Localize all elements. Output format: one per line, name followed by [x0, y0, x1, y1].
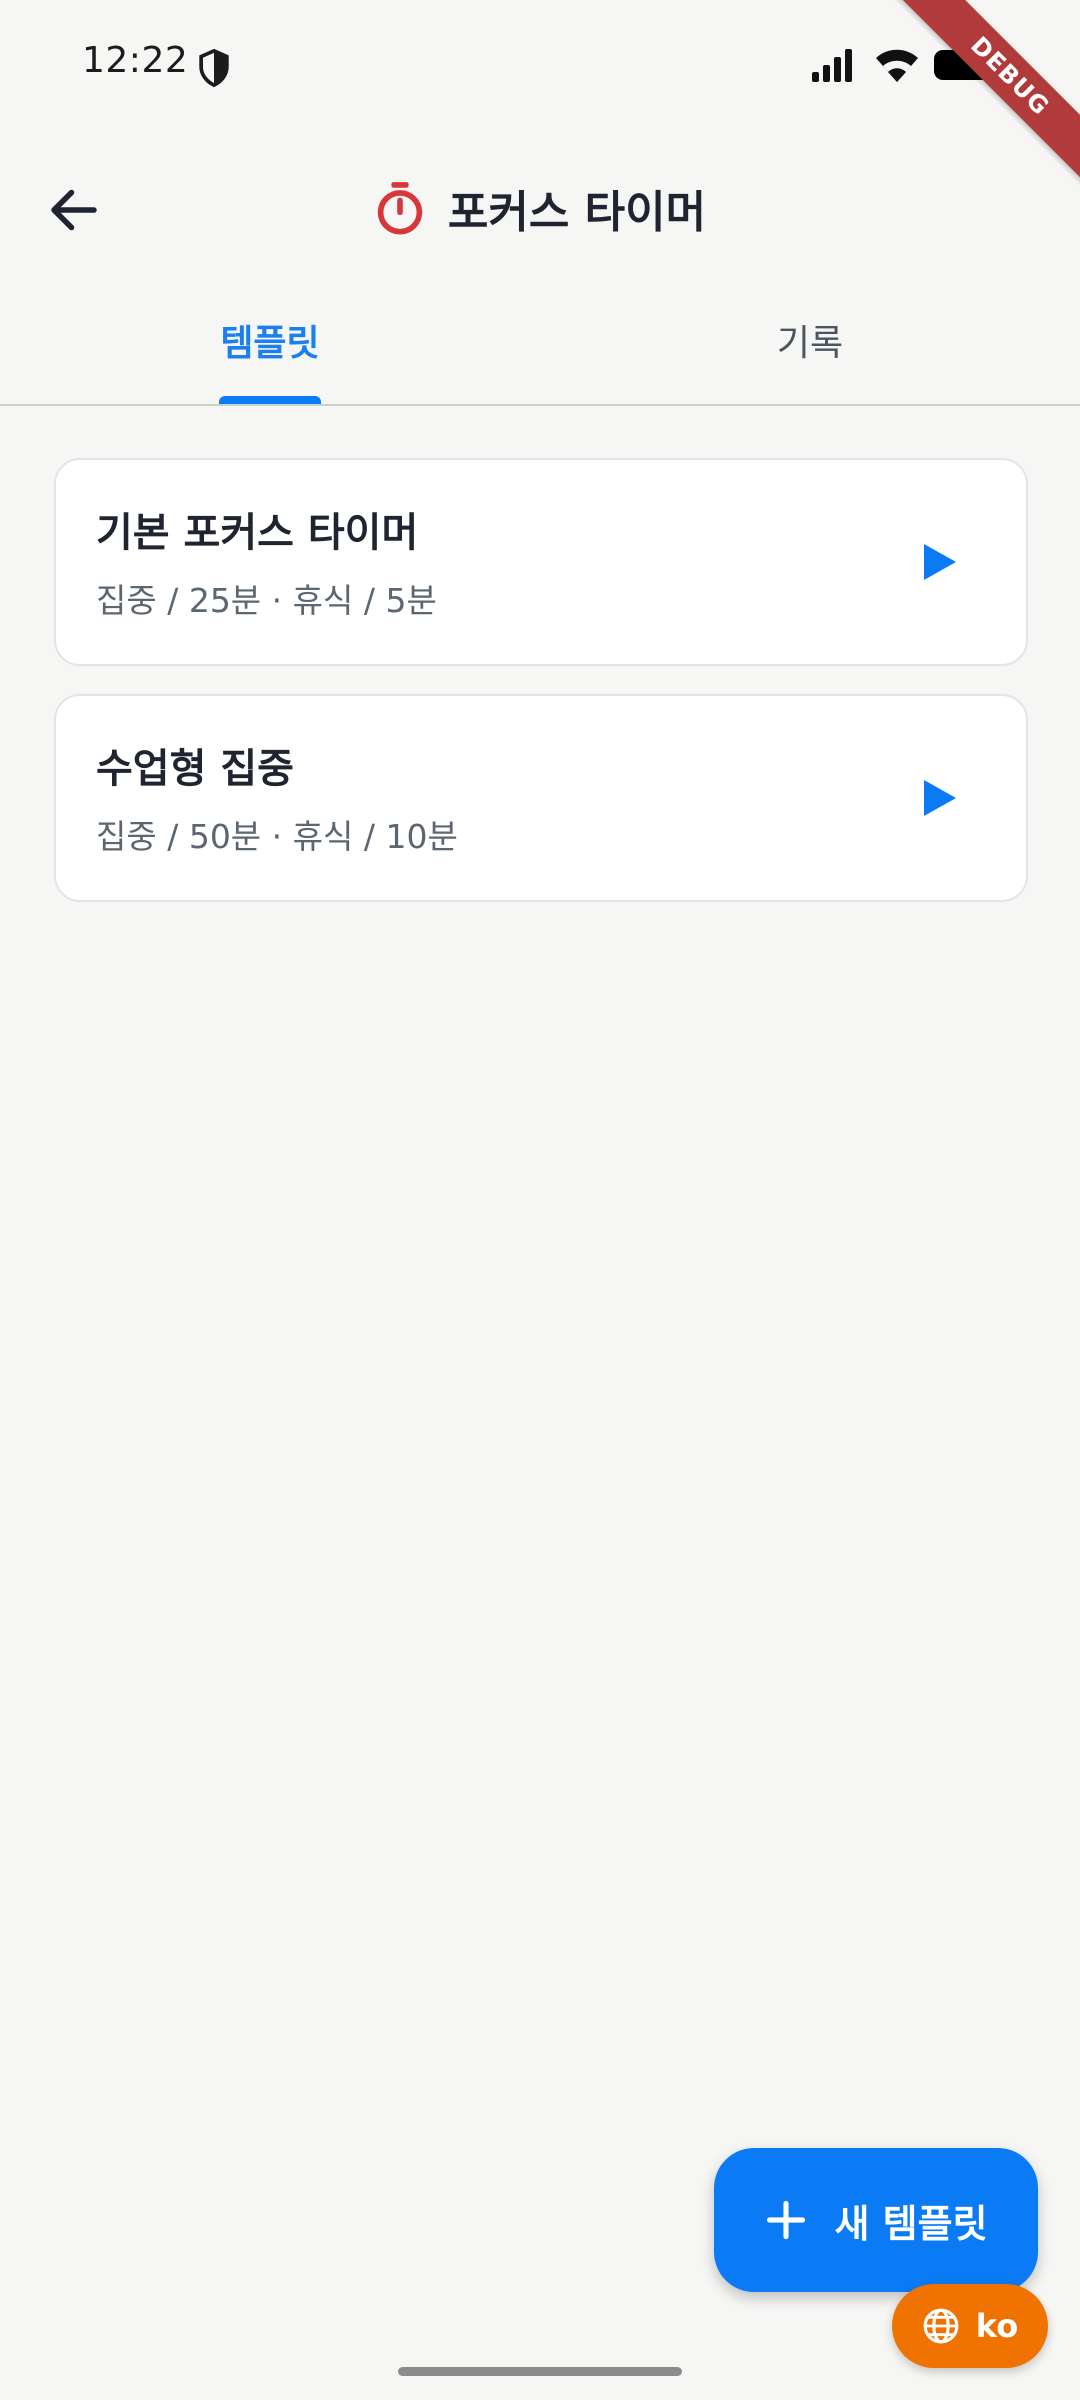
play-icon[interactable]: [918, 542, 958, 582]
template-title: 기본 포커스 타이머: [96, 510, 419, 556]
home-indicator[interactable]: [398, 2367, 682, 2376]
timer-icon: [377, 182, 423, 235]
template-title: 수업형 집중: [96, 746, 294, 792]
page-title: 포커스 타이머: [447, 187, 707, 238]
status-time: 12:22: [82, 40, 189, 81]
globe-icon: [923, 2308, 959, 2344]
template-card[interactable]: 수업형 집중 집중 / 50분 · 휴식 / 10분: [54, 694, 1028, 902]
template-card[interactable]: 기본 포커스 타이머 집중 / 25분 · 휴식 / 5분: [54, 458, 1028, 666]
tab-history[interactable]: 기록: [540, 314, 1080, 366]
shield-icon: [199, 48, 229, 88]
wifi-icon: [876, 49, 918, 82]
tab-templates[interactable]: 템플릿: [0, 314, 540, 366]
language-label: ko: [975, 2307, 1019, 2345]
app-bar: 포커스 타이머: [0, 140, 1080, 270]
plus-icon: [767, 2200, 806, 2240]
new-template-label: 새 템플릿: [834, 2201, 988, 2246]
play-icon[interactable]: [918, 778, 958, 818]
new-template-button[interactable]: 새 템플릿: [714, 2148, 1038, 2292]
tab-bar: 템플릿 기록: [0, 300, 1080, 406]
language-button[interactable]: ko: [892, 2284, 1048, 2368]
tab-indicator: [219, 396, 321, 404]
template-subtitle: 집중 / 50분 · 휴식 / 10분: [96, 817, 458, 856]
signal-icon: [812, 49, 852, 82]
status-bar: 12:22: [0, 0, 1080, 130]
template-subtitle: 집중 / 25분 · 휴식 / 5분: [96, 581, 437, 620]
